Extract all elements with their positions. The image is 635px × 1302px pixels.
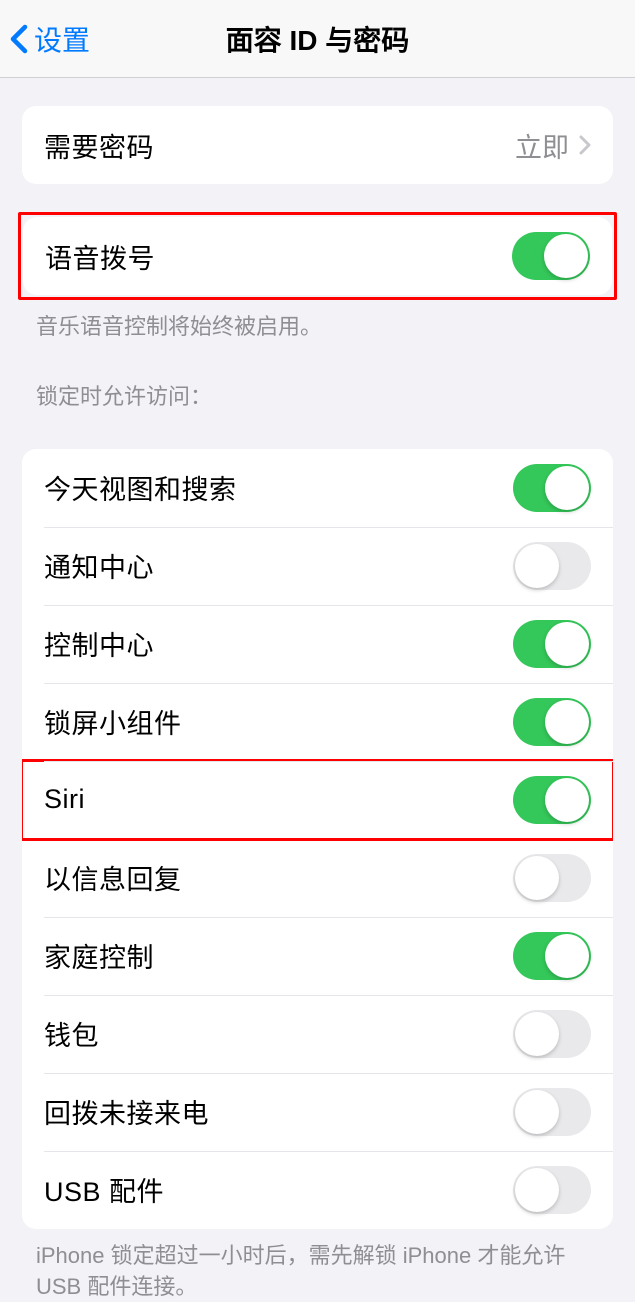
back-chevron-icon [10, 24, 28, 54]
back-label: 设置 [34, 19, 90, 59]
toggle-notification-center[interactable] [513, 542, 591, 590]
label-reply-with-message: 以信息回复 [44, 858, 182, 897]
require-passcode-group: 需要密码 立即 [22, 106, 613, 184]
toggle-siri[interactable] [513, 776, 591, 824]
label-notification-center: 通知中心 [44, 546, 154, 585]
toggle-usb-accessories[interactable] [513, 1166, 591, 1214]
label-siri: Siri [44, 784, 85, 815]
label-home-control: 家庭控制 [44, 936, 154, 975]
back-button[interactable]: 设置 [0, 19, 90, 59]
row-control-center: 控制中心 [22, 605, 613, 683]
row-notification-center: 通知中心 [22, 527, 613, 605]
label-return-missed-calls: 回拨未接来电 [44, 1092, 209, 1131]
voice-dial-toggle[interactable] [512, 232, 590, 280]
label-wallet: 钱包 [44, 1014, 99, 1053]
voice-dial-footer: 音乐语音控制将始终被启用。 [0, 300, 635, 343]
voice-dial-row: 语音拨号 [23, 217, 612, 295]
row-home-control: 家庭控制 [22, 917, 613, 995]
locked-access-group: 今天视图和搜索通知中心控制中心锁屏小组件 Siri 以信息回复家庭控制钱包回拨未接来… [22, 449, 613, 1229]
chevron-right-icon [579, 135, 591, 155]
label-lock-screen-widgets: 锁屏小组件 [44, 702, 182, 741]
toggle-home-control[interactable] [513, 932, 591, 980]
row-siri: Siri [22, 761, 613, 839]
label-usb-accessories: USB 配件 [44, 1170, 164, 1209]
voice-dial-label: 语音拨号 [45, 237, 155, 276]
locked-access-header: 锁定时允许访问： [0, 343, 635, 421]
toggle-wallet[interactable] [513, 1010, 591, 1058]
page-title: 面容 ID 与密码 [226, 19, 410, 59]
require-passcode-row[interactable]: 需要密码 立即 [22, 106, 613, 184]
label-today-view: 今天视图和搜索 [44, 468, 237, 507]
row-lock-screen-widgets: 锁屏小组件 [22, 683, 613, 761]
row-return-missed-calls: 回拨未接来电 [22, 1073, 613, 1151]
require-passcode-label: 需要密码 [44, 126, 154, 165]
require-passcode-value: 立即 [515, 126, 569, 165]
toggle-today-view[interactable] [513, 464, 591, 512]
toggle-lock-screen-widgets[interactable] [513, 698, 591, 746]
voice-dial-highlight: 语音拨号 [18, 212, 617, 300]
locked-access-footer: iPhone 锁定超过一小时后，需先解锁 iPhone 才能允许 USB 配件连… [0, 1229, 635, 1302]
label-control-center: 控制中心 [44, 624, 154, 663]
toggle-return-missed-calls[interactable] [513, 1088, 591, 1136]
navigation-bar: 设置 面容 ID 与密码 [0, 0, 635, 78]
voice-dial-group: 语音拨号 [23, 217, 612, 295]
row-wallet: 钱包 [22, 995, 613, 1073]
row-reply-with-message: 以信息回复 [22, 839, 613, 917]
row-today-view: 今天视图和搜索 [22, 449, 613, 527]
toggle-control-center[interactable] [513, 620, 591, 668]
row-usb-accessories: USB 配件 [22, 1151, 613, 1229]
toggle-reply-with-message[interactable] [513, 854, 591, 902]
